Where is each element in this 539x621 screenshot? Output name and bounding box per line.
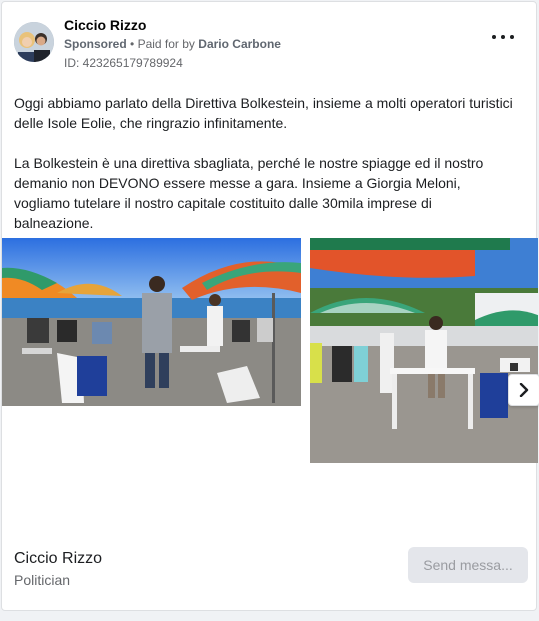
- send-message-button[interactable]: Send messa...: [408, 547, 528, 583]
- ad-id: ID: 423265179789924: [64, 56, 183, 70]
- payer-name: Dario Carbone: [198, 37, 281, 51]
- sponsored-meta: Sponsored • Paid for by Dario Carbone: [64, 37, 281, 51]
- carousel-photo-1[interactable]: [2, 238, 301, 406]
- more-horizontal-icon[interactable]: [492, 30, 514, 44]
- sponsored-label: Sponsored: [64, 37, 127, 51]
- ad-card: Ciccio Rizzo Sponsored • Paid for by Dar…: [1, 1, 539, 611]
- avatar[interactable]: [14, 22, 54, 62]
- ad-header: Ciccio Rizzo Sponsored • Paid for by Dar…: [14, 16, 524, 72]
- meta-separator: •: [130, 37, 138, 51]
- page-name[interactable]: Ciccio Rizzo: [64, 17, 146, 33]
- footer-category: Politician: [14, 572, 71, 588]
- carousel-photo-2[interactable]: [310, 238, 538, 463]
- body-paragraph-1: Oggi abbiamo parlato della Direttiva Bol…: [14, 95, 513, 131]
- carousel-next-button[interactable]: [508, 374, 539, 406]
- image-carousel: [2, 238, 538, 463]
- footer-page-name[interactable]: Ciccio Rizzo: [14, 550, 102, 568]
- chevron-right-icon: [519, 383, 529, 397]
- body-paragraph-2: La Bolkestein è una direttiva sbagliata,…: [14, 155, 484, 231]
- ad-body-text: Oggi abbiamo parlato della Direttiva Bol…: [14, 93, 514, 253]
- paid-for-prefix: Paid for by: [137, 37, 195, 51]
